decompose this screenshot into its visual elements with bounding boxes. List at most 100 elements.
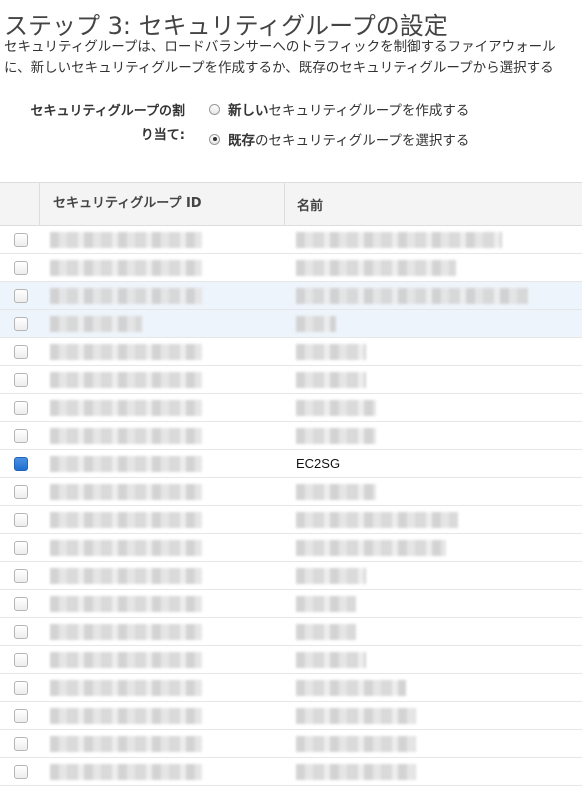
security-group-id-cell-redacted <box>50 372 202 388</box>
row-checkbox[interactable] <box>14 568 28 583</box>
security-group-id-cell-redacted <box>50 428 202 444</box>
radio-label-select-existing-bold: 既存 <box>228 133 255 149</box>
table-row[interactable] <box>0 730 582 758</box>
table-row[interactable] <box>0 562 582 590</box>
table-row[interactable] <box>0 366 582 394</box>
column-header-security-group-id[interactable]: セキュリティグループ ID <box>40 183 285 225</box>
assign-label-line-1: セキュリティグループの割 <box>30 104 185 119</box>
row-checkbox[interactable] <box>14 344 28 359</box>
table-row[interactable] <box>0 310 582 338</box>
security-group-id-cell-redacted <box>50 344 202 360</box>
security-group-id-cell-redacted <box>50 232 202 248</box>
security-group-id-cell-redacted <box>50 596 202 612</box>
security-group-name-cell-redacted <box>296 232 502 248</box>
table-row[interactable] <box>0 618 582 646</box>
table-row[interactable] <box>0 702 582 730</box>
security-group-id-cell-redacted <box>50 568 202 584</box>
security-group-id-cell-redacted <box>50 708 202 724</box>
table-row[interactable] <box>0 338 582 366</box>
row-checkbox[interactable] <box>14 484 28 499</box>
security-group-name-cell-redacted <box>296 540 446 556</box>
radio-label-create-new-bold: 新しい <box>228 103 269 119</box>
row-checkbox[interactable] <box>14 232 28 247</box>
security-group-name-cell: EC2SG <box>296 456 341 471</box>
radio-button-select-existing[interactable] <box>209 133 220 145</box>
security-group-id-cell-redacted <box>50 764 202 780</box>
radio-label-select-existing: のセキュリティグループを選択する <box>255 133 470 149</box>
security-group-id-cell-redacted <box>50 680 202 696</box>
security-group-id-cell-redacted <box>50 456 202 472</box>
description-line-1: セキュリティグループは、ロードバランサーへのトラフィックを制御するファイアウォー… <box>4 39 556 55</box>
security-group-name-cell-redacted <box>296 512 458 528</box>
row-checkbox[interactable] <box>14 316 28 331</box>
row-checkbox[interactable] <box>14 540 28 555</box>
security-group-id-cell-redacted <box>50 540 202 556</box>
row-checkbox[interactable] <box>14 624 28 639</box>
description-line-2: に、新しいセキュリティグループを作成するか、既存のセキュリティグループから選択す… <box>4 60 554 76</box>
table-row[interactable] <box>0 226 582 254</box>
table-row[interactable] <box>0 282 582 310</box>
table-row[interactable] <box>0 758 582 786</box>
security-group-name-cell-redacted <box>296 596 356 612</box>
row-checkbox[interactable] <box>14 372 28 387</box>
security-group-table: セキュリティグループ ID 名前 EC2SG <box>0 182 582 786</box>
row-checkbox[interactable] <box>14 708 28 723</box>
row-checkbox[interactable] <box>14 456 28 471</box>
table-row[interactable] <box>0 506 582 534</box>
security-group-id-cell-redacted <box>50 260 202 276</box>
row-checkbox[interactable] <box>14 652 28 667</box>
security-group-id-cell-redacted <box>50 652 202 668</box>
row-checkbox[interactable] <box>14 512 28 527</box>
security-group-name-cell-redacted <box>296 568 366 584</box>
column-header-name[interactable]: 名前 <box>285 195 323 214</box>
security-group-name-cell-redacted <box>296 764 416 780</box>
security-group-name-cell-redacted <box>296 288 528 304</box>
table-body: EC2SG <box>0 226 582 786</box>
security-group-id-cell-redacted <box>50 624 202 640</box>
radio-select-existing-security-group[interactable]: 既存 のセキュリティグループを選択する <box>209 128 469 150</box>
security-group-id-cell-redacted <box>50 288 202 304</box>
security-group-id-cell-redacted <box>50 736 202 752</box>
security-group-id-cell-redacted <box>50 316 142 332</box>
table-row[interactable] <box>0 394 582 422</box>
header-checkbox-column <box>0 183 40 225</box>
table-row[interactable] <box>0 590 582 618</box>
assign-security-group-label: セキュリティグループの割 り当て: <box>10 100 185 148</box>
radio-label-create-new: セキュリティグループを作成する <box>268 103 470 119</box>
row-checkbox[interactable] <box>14 764 28 779</box>
row-checkbox[interactable] <box>14 428 28 443</box>
radio-create-new-security-group[interactable]: 新しい セキュリティグループを作成する <box>209 98 469 120</box>
row-checkbox[interactable] <box>14 736 28 751</box>
assign-label-line-2: り当て: <box>140 128 185 143</box>
row-checkbox[interactable] <box>14 288 28 303</box>
security-group-name-cell-redacted <box>296 708 416 724</box>
table-row[interactable]: EC2SG <box>0 450 582 478</box>
table-header: セキュリティグループ ID 名前 <box>0 183 582 226</box>
table-row[interactable] <box>0 674 582 702</box>
table-row[interactable] <box>0 646 582 674</box>
table-row[interactable] <box>0 478 582 506</box>
row-checkbox[interactable] <box>14 680 28 695</box>
page-description: セキュリティグループは、ロードバランサーへのトラフィックを制御するファイアウォー… <box>4 37 582 79</box>
security-group-name-cell-redacted <box>296 652 366 668</box>
security-group-name-cell-redacted <box>296 400 376 416</box>
security-group-name-cell-redacted <box>296 344 366 360</box>
security-group-name-cell-redacted <box>296 736 416 752</box>
page-title: ステップ 3: セキュリティグループの設定 <box>4 12 448 40</box>
security-group-name-cell-redacted <box>296 372 366 388</box>
row-checkbox[interactable] <box>14 400 28 415</box>
table-row[interactable] <box>0 422 582 450</box>
radio-button-create-new[interactable] <box>209 103 220 115</box>
table-row[interactable] <box>0 254 582 282</box>
security-group-id-cell-redacted <box>50 512 202 528</box>
row-checkbox[interactable] <box>14 596 28 611</box>
security-group-name-cell-redacted <box>296 316 336 332</box>
security-group-name-cell-redacted <box>296 624 356 640</box>
security-group-name-cell-redacted <box>296 484 376 500</box>
security-group-name-cell-redacted <box>296 428 376 444</box>
security-group-id-cell-redacted <box>50 484 202 500</box>
security-group-name-cell-redacted <box>296 680 406 696</box>
table-row[interactable] <box>0 534 582 562</box>
security-group-id-cell-redacted <box>50 400 202 416</box>
row-checkbox[interactable] <box>14 260 28 275</box>
